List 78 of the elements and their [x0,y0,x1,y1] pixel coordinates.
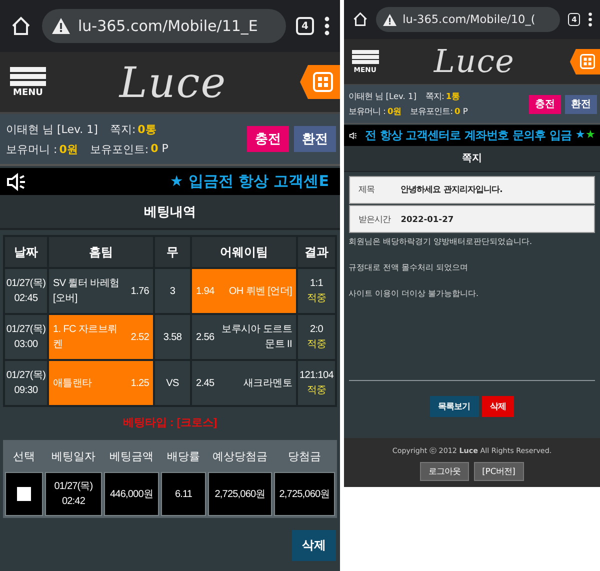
page-title: 베팅내역 [0,195,340,230]
warning-icon [52,18,70,34]
charge-button[interactable]: 충전 [247,126,289,152]
date-cell: 01/27(목) 03:00 [5,315,47,359]
page-title: 쪽지 [344,146,600,172]
field-label: 받은시간 [358,214,392,225]
score: 2:0 [310,323,323,337]
column-header: 날짜 [5,237,47,267]
tabs-button[interactable]: 4 [568,13,580,26]
field-value: 안녕하세요 관지리자입니다. [400,184,503,196]
points-label: 보유포인트: [90,142,149,156]
star-icon: ★ [575,128,586,144]
money-value: 0원 [59,142,78,156]
footer-button[interactable]: [PC버전] [474,462,524,481]
warning-icon [383,14,397,26]
grid-icon [580,54,595,70]
messages-count: 0통 [138,122,156,136]
notice-text: 입금전 항상 고객센E [188,172,329,191]
star-icon: ★ [585,128,596,144]
footer-button[interactable]: 로그아웃 [420,462,470,481]
list-button[interactable]: 목록보기 [430,396,478,418]
speaker-icon [6,172,26,190]
exchange-button[interactable]: 환전 [564,94,597,114]
grid-icon [312,72,333,92]
home-pick[interactable]: SV 륄터 바레험 [오버] 1.76 [49,269,153,313]
messages-count: 1통 [446,91,460,102]
notice-text: 전 항상 고객센터로 계좌번호 문의후 입금 [364,128,572,144]
points-label: 보유포인트: [410,106,454,117]
money-label: 보유머니 : [6,142,58,156]
score: 121:104 [299,369,334,383]
column-header: 무 [155,237,190,267]
logo: Luce [119,58,227,106]
more-icon[interactable] [324,16,330,36]
column-header: 결과 [298,237,335,267]
home-icon[interactable] [10,15,32,37]
table-cell: 6.11 [161,472,206,516]
tabs-button[interactable]: 4 [296,17,314,35]
column-header: 어웨이팀 [192,237,296,267]
score: 1:1 [310,277,323,291]
checkbox[interactable] [17,487,31,501]
result-status: 적중 [306,384,326,398]
messages-label: 쪽지: [110,122,136,136]
table-cell: 446,000원 [104,472,159,516]
messages-label: 쪽지: [426,91,444,102]
star-icon: ★ [170,172,184,191]
more-icon[interactable] [588,12,592,28]
draw-cell: 3.58 [155,315,190,359]
table-cell: 2,725,060원 [208,472,272,516]
result-status: 적중 [306,338,326,352]
delete-button[interactable]: 삭제 [292,530,336,561]
field-label: 제목 [358,184,376,196]
exchange-button[interactable]: 환전 [294,126,336,152]
draw-cell: 3 [155,269,190,313]
field-value: 2022-01-27 [400,214,454,224]
column-header: 홈팀 [49,237,153,267]
money-value: 0원 [387,106,402,117]
menu-button[interactable]: MENU [10,66,46,98]
charge-button[interactable]: 충전 [529,94,562,114]
user-name: 이태현 님 [Lev. 1] [6,122,98,136]
away-pick[interactable]: 2.45 새크라멘토 [192,361,296,405]
address-field[interactable]: lu-365.com/Mobile/10_( [376,6,560,32]
table-cell: 2,725,060원 [274,472,335,516]
date-cell: 01/27(목) 09:30 [5,361,47,405]
home-icon[interactable] [352,11,368,28]
date-cell: 01/27(목) 02:45 [5,269,47,313]
table-cell: 01/27(목) 02:42 [45,472,102,516]
points-value: 0 P [454,106,468,117]
logo: Luce [434,44,515,80]
address-field[interactable]: lu-365.com/Mobile/11_E [42,9,286,43]
bet-type: 베팅타입 : [크로스] [122,416,218,430]
points-value: 0 P [150,142,168,156]
money-label: 보유머니 : [348,106,386,117]
user-name: 이태현 님 [Lev. 1] [348,91,417,102]
draw-cell: VS [155,361,190,405]
delete-button[interactable]: 삭제 [482,396,514,418]
result-status: 적중 [306,292,326,306]
grid-button[interactable] [570,48,600,75]
grid-button[interactable] [300,65,340,99]
